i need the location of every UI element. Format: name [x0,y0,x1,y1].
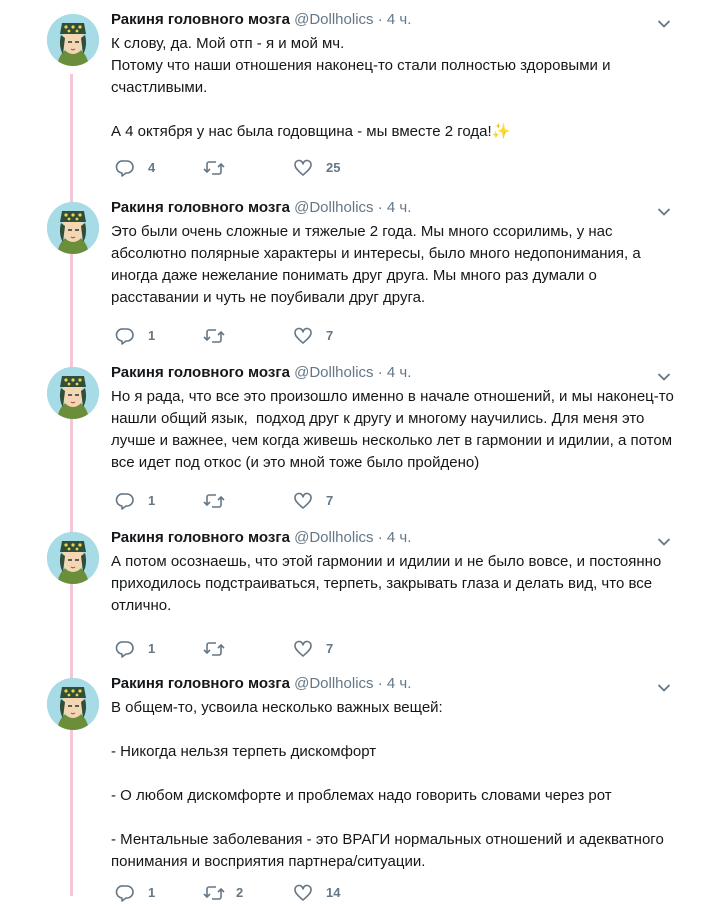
tweet-header: Ракиня головного мозга @Dollholics · 4 ч… [111,528,411,548]
tweet-header: Ракиня головного мозга @Dollholics · 4 ч… [111,674,411,694]
timestamp[interactable]: 4 ч. [387,199,412,216]
tweet-actions: 17 [111,490,511,512]
timestamp[interactable]: 4 ч. [387,675,412,692]
like-count: 7 [326,328,334,343]
tweet-header: Ракиня головного мозга @Dollholics · 4 ч… [111,198,411,218]
chevron-down-icon[interactable] [657,680,671,692]
reply-count: 1 [148,885,156,900]
chevron-down-icon[interactable] [657,534,671,546]
avatar[interactable] [47,367,99,419]
tweet-paragraph: А 4 октября у нас была годовщина - мы вм… [111,123,511,140]
avatar[interactable] [47,678,99,730]
retweet-count: 2 [236,885,244,900]
user-handle[interactable]: @Dollholics [294,11,373,28]
timestamp[interactable]: 4 ч. [387,11,412,28]
tweet-text: Но я рада, что все это произошло именно … [111,386,681,474]
tweet-paragraph: - О любом дискомфорте и проблемах надо г… [111,787,612,804]
tweet-text: Это были очень сложные и тяжелые 2 года.… [111,221,681,309]
separator-dot: · [377,11,383,28]
tweet-text: А потом осознаешь, что этой гармонии и и… [111,551,681,617]
like-count: 7 [326,493,334,508]
separator-dot: · [377,529,383,546]
avatar[interactable] [47,14,99,66]
avatar[interactable] [47,202,99,254]
tweet-header: Ракиня головного мозга @Dollholics · 4 ч… [111,363,411,383]
thread-connector-line [70,74,73,896]
tweet-paragraph: В общем-то, усвоила несколько важных вещ… [111,699,443,716]
tweet-paragraph: - Никогда нельзя терпеть дискомфорт [111,743,377,760]
display-name[interactable]: Ракиня головного мозга [111,11,290,28]
display-name[interactable]: Ракиня головного мозга [111,364,290,381]
tweet-text: К слову, да. Мой отп - я и мой мч. Потом… [111,33,681,143]
user-handle[interactable]: @Dollholics [294,675,373,692]
reply-count: 1 [148,641,156,656]
tweet-paragraph: Но я рада, что все это произошло именно … [111,388,678,471]
like-count: 25 [326,160,341,175]
separator-dot: · [377,199,383,216]
tweet-paragraph: Это были очень сложные и тяжелые 2 года.… [111,223,645,306]
like-count: 7 [326,641,334,656]
avatar[interactable] [47,532,99,584]
chevron-down-icon[interactable] [657,369,671,381]
reply-count: 1 [148,493,156,508]
reply-count: 4 [148,160,156,175]
chevron-down-icon[interactable] [657,16,671,28]
chevron-down-icon[interactable] [657,204,671,216]
separator-dot: · [377,364,383,381]
display-name[interactable]: Ракиня головного мозга [111,529,290,546]
reply-count: 1 [148,328,156,343]
display-name[interactable]: Ракиня головного мозга [111,675,290,692]
tweet-header: Ракиня головного мозга @Dollholics · 4 ч… [111,10,411,30]
separator-dot: · [377,675,383,692]
user-handle[interactable]: @Dollholics [294,364,373,381]
tweet-actions: 17 [111,325,511,347]
user-handle[interactable]: @Dollholics [294,529,373,546]
timestamp[interactable]: 4 ч. [387,529,412,546]
user-handle[interactable]: @Dollholics [294,199,373,216]
timestamp[interactable]: 4 ч. [387,364,412,381]
like-count: 14 [326,885,341,900]
tweet-actions: 4 25 [111,157,511,179]
tweet-text: В общем-то, усвоила несколько важных вещ… [111,697,681,873]
tweet-actions: 1 2 14 [111,882,511,904]
tweet-paragraph: К слову, да. Мой отп - я и мой мч. Потом… [111,35,611,96]
display-name[interactable]: Ракиня головного мозга [111,199,290,216]
tweet-paragraph: А потом осознаешь, что этой гармонии и и… [111,553,666,614]
tweet-actions: 17 [111,638,511,660]
tweet-paragraph: - Ментальные заболевания - это ВРАГИ нор… [111,831,668,870]
